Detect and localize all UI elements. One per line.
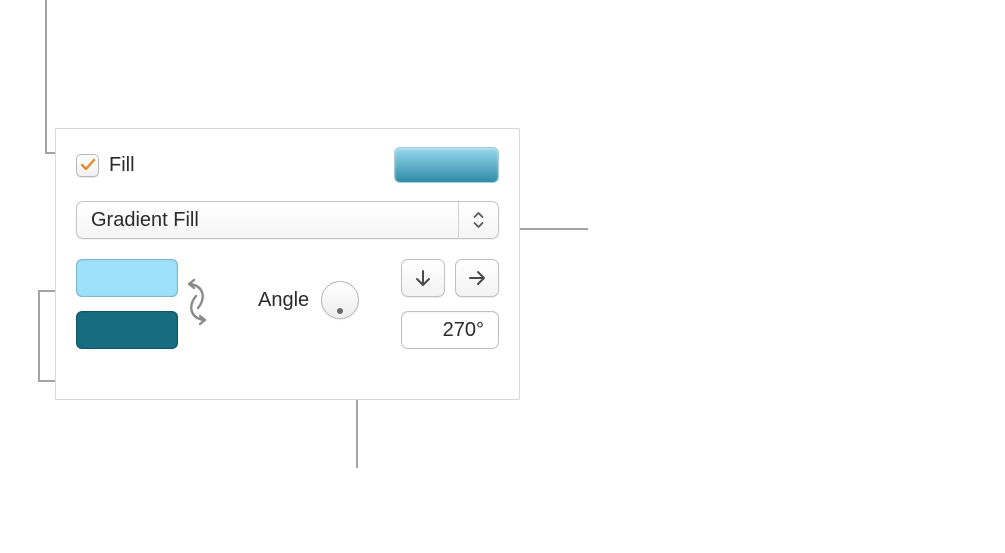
angle-label: Angle [258, 289, 309, 312]
arrow-right-icon [468, 269, 486, 287]
fill-type-dropdown[interactable]: Gradient Fill [76, 201, 499, 239]
fill-checkbox[interactable] [76, 154, 99, 177]
callout-line [45, 0, 47, 152]
direction-down-button[interactable] [401, 259, 445, 297]
dropdown-selected-label: Gradient Fill [77, 209, 458, 232]
swatch-column [76, 259, 178, 349]
callout-line [516, 228, 588, 230]
updown-chevron-icon [472, 211, 485, 229]
angle-control-group: Angle [258, 281, 359, 319]
fill-checkbox-group: Fill [76, 154, 135, 177]
angle-dial[interactable] [321, 281, 359, 319]
gradient-controls-row: Angle 270° [76, 259, 499, 349]
fill-label: Fill [109, 154, 135, 177]
checkmark-icon [80, 157, 96, 173]
gradient-color-swatches [76, 259, 210, 349]
gradient-color-1[interactable] [76, 259, 178, 297]
direction-buttons [401, 259, 499, 297]
fill-preview-swatch[interactable] [394, 147, 499, 183]
direction-right-button[interactable] [455, 259, 499, 297]
angle-value-text: 270° [443, 319, 484, 342]
swap-colors-button[interactable] [184, 278, 210, 331]
arrow-down-icon [414, 269, 432, 287]
angle-value-field[interactable]: 270° [401, 311, 499, 349]
callout-line [356, 396, 358, 468]
direction-and-value: 270° [401, 259, 499, 349]
fill-header-row: Fill [76, 147, 499, 183]
fill-inspector-panel: Fill Gradient Fill [55, 128, 520, 400]
dropdown-arrow-button[interactable] [458, 202, 498, 238]
gradient-color-2[interactable] [76, 311, 178, 349]
